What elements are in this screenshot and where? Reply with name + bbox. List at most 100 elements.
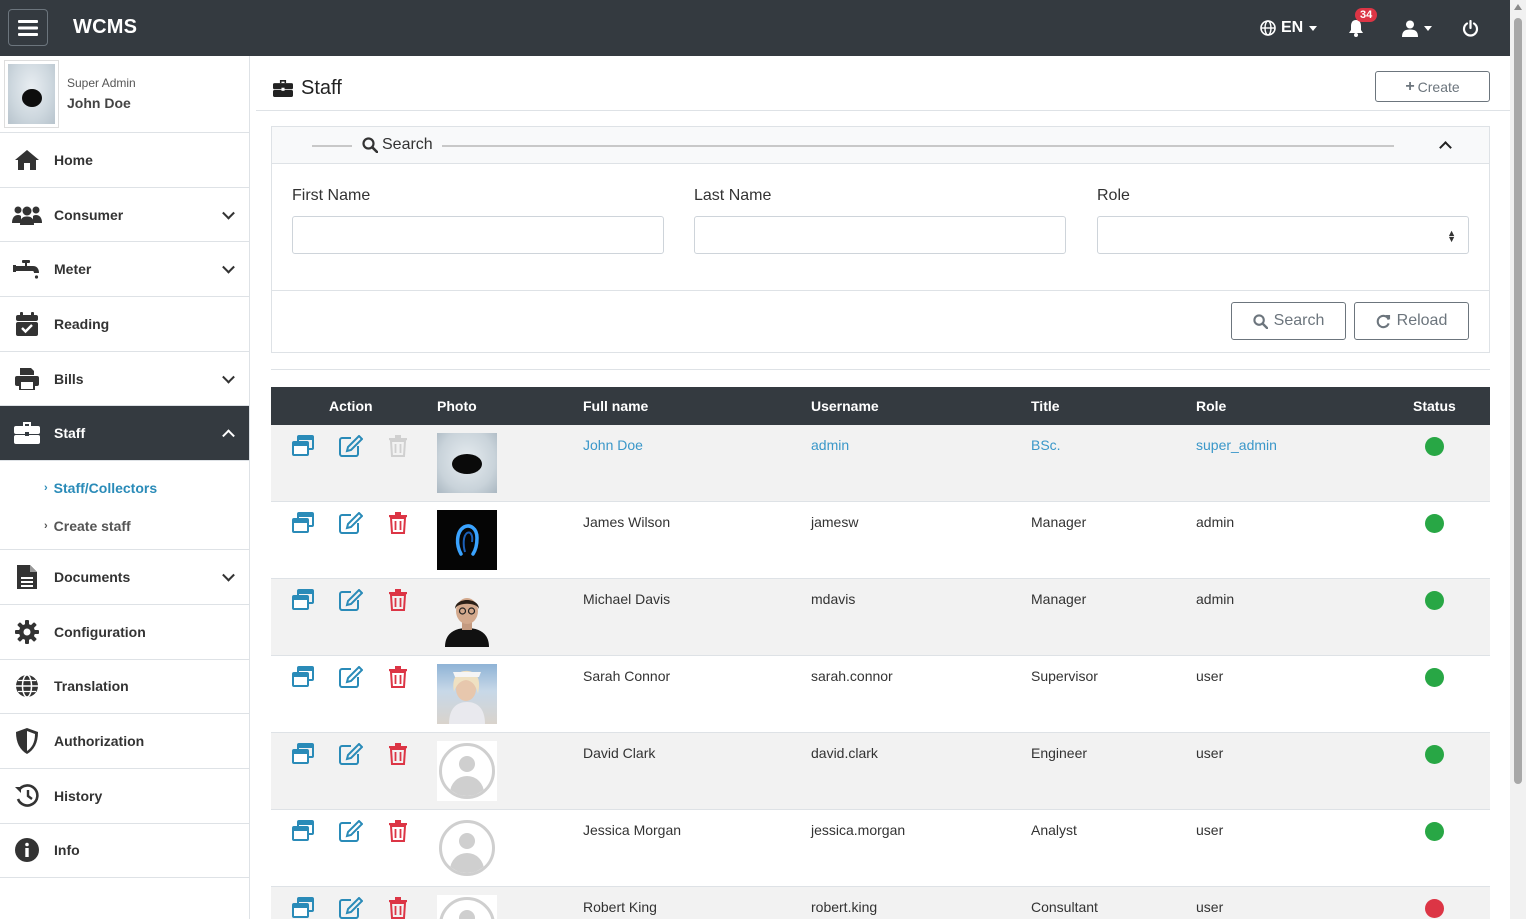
view-icon[interactable] [292,897,314,919]
sidebar-item-history[interactable]: History [0,769,249,824]
full-name-cell: David Clark [583,745,656,761]
view-icon[interactable] [292,435,314,457]
title-cell: Analyst [1031,822,1077,838]
staff-photo[interactable] [437,664,497,724]
full-name-cell[interactable]: John Doe [583,437,643,453]
menu-toggle-button[interactable] [8,9,48,46]
sidebar-subitem-create-staff[interactable]: › Create staff [0,507,249,545]
full-name-cell: Sarah Connor [583,668,671,684]
notification-count-badge: 34 [1355,8,1378,22]
full-name-cell: Michael Davis [583,591,671,607]
scrollbar-thumb[interactable] [1514,18,1522,784]
sidebar-subitem-staff-collectors[interactable]: › Staff/Collectors [0,469,249,507]
sidebar-item-label: Home [54,151,93,168]
table-row: Jessica Morgan jessica.morgan Analyst us… [271,810,1490,887]
delete-icon[interactable] [389,743,407,765]
logout-button[interactable] [1462,0,1479,56]
user-icon [1402,20,1418,37]
user-panel: Super Admin John Doe [0,56,249,133]
avatar[interactable] [4,60,59,128]
edit-icon[interactable] [339,897,363,919]
sidebar-item-label: Configuration [54,623,146,640]
reload-button[interactable]: Reload [1354,302,1469,340]
sidebar-item-staff[interactable]: Staff [0,406,249,462]
username-cell: jessica.morgan [811,822,906,838]
edit-icon[interactable] [339,743,363,765]
edit-icon[interactable] [339,435,363,457]
username-cell: sarah.connor [811,668,893,684]
title-cell: Manager [1031,591,1087,607]
edit-icon[interactable] [339,512,363,534]
staff-photo[interactable] [437,433,497,493]
language-dropdown[interactable]: EN [1260,0,1318,56]
staff-photo[interactable] [437,510,497,570]
sidebar-item-label: Info [54,842,80,859]
delete-icon[interactable] [389,820,407,842]
view-icon[interactable] [292,512,314,534]
scroll-up-arrow-icon[interactable] [1514,4,1522,10]
view-icon[interactable] [292,743,314,765]
sidebar-item-info[interactable]: Info [0,824,249,879]
username-cell: mdavis [811,591,856,607]
status-indicator [1425,745,1444,764]
sidebar-item-translation[interactable]: Translation [0,660,249,715]
column-header-title[interactable]: Title [1031,398,1060,414]
delete-icon[interactable] [389,512,407,534]
staff-photo-placeholder[interactable] [437,741,497,801]
table-row: James Wilson jamesw Manager admin [271,502,1490,579]
edit-icon[interactable] [339,589,363,611]
role-cell: user [1196,899,1224,915]
table-row: Michael Davis mdavis Manager admin [271,579,1490,656]
staff-photo-placeholder[interactable] [437,895,497,919]
full-name-cell: Robert King [583,899,657,915]
role-label: Role [1097,187,1130,204]
table-header: Action Photo Full name Username Title Ro… [271,387,1490,425]
last-name-input[interactable] [694,216,1066,254]
sidebar-item-consumer[interactable]: Consumer [0,188,249,243]
sidebar-item-home[interactable]: Home [0,133,249,188]
sidebar-item-authorization[interactable]: Authorization [0,714,249,769]
brand-title[interactable]: WCMS [73,16,137,39]
status-indicator [1425,591,1444,610]
delete-icon[interactable] [389,589,407,611]
sidebar-item-label: Authorization [54,733,145,750]
briefcase-icon [273,80,293,97]
view-icon[interactable] [292,666,314,688]
sidebar-item-reading[interactable]: Reading [0,297,249,352]
column-header-username[interactable]: Username [811,398,879,414]
delete-icon[interactable] [389,897,407,919]
caret-down-icon [1424,25,1432,31]
staff-photo[interactable] [437,587,497,647]
edit-icon[interactable] [339,820,363,842]
faucet-icon [13,260,39,279]
sidebar-item-bills[interactable]: Bills [0,352,249,407]
create-button[interactable]: + Create [1375,71,1490,102]
sidebar-item-documents[interactable]: Documents [0,550,249,605]
document-icon [17,564,37,589]
sidebar-item-configuration[interactable]: Configuration [0,605,249,660]
search-button[interactable]: Search [1231,302,1346,340]
first-name-input[interactable] [292,216,664,254]
delete-icon-disabled [389,435,407,457]
column-header-status[interactable]: Status [1413,398,1456,414]
role-cell[interactable]: super_admin [1196,437,1277,453]
column-header-role[interactable]: Role [1196,398,1226,414]
role-select[interactable]: ▲ ▼ [1097,216,1469,254]
subitem-label: Create staff [53,518,131,535]
staff-photo-placeholder[interactable] [437,818,497,878]
username-cell[interactable]: admin [811,437,849,453]
edit-icon[interactable] [339,666,363,688]
info-icon [15,838,39,863]
delete-icon[interactable] [389,666,407,688]
column-header-full-name[interactable]: Full name [583,398,648,414]
collapse-chevron-up-icon[interactable] [1439,141,1452,154]
search-icon [362,137,378,153]
view-icon[interactable] [292,820,314,842]
sidebar-item-meter[interactable]: Meter [0,242,249,298]
page-scrollbar[interactable] [1510,0,1526,919]
search-icon [1253,313,1268,329]
title-cell[interactable]: BSc. [1031,437,1061,453]
chevron-right-icon: › [44,520,48,533]
user-dropdown[interactable] [1402,0,1432,56]
view-icon[interactable] [292,589,314,611]
